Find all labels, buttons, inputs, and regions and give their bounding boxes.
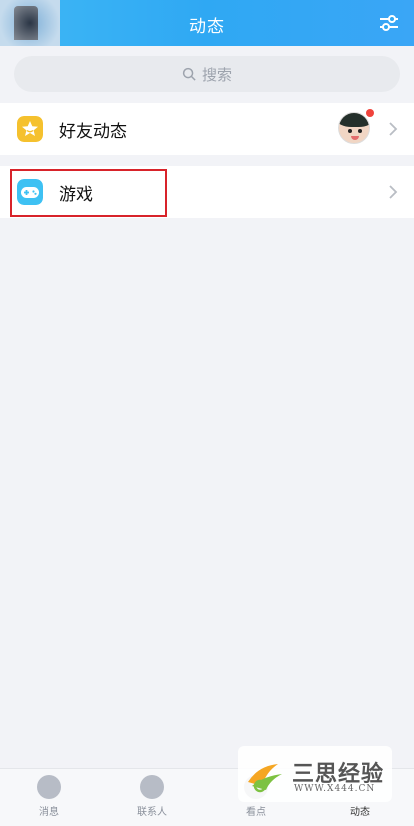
message-icon <box>37 775 61 799</box>
chevron-right-icon <box>389 185 398 199</box>
friend-avatar <box>338 112 370 144</box>
watermark: 三思经验 WWW.X444.CN <box>238 746 392 802</box>
tab-label: 动态 <box>350 807 370 818</box>
tab-label: 消息 <box>39 807 59 818</box>
tab-contacts[interactable]: 联系人 <box>117 775 187 818</box>
top-bar: 动态 <box>0 0 414 46</box>
contacts-icon <box>140 775 164 799</box>
star-icon <box>17 116 43 142</box>
watermark-url: WWW.X444.CN <box>294 784 376 794</box>
tab-label: 联系人 <box>137 807 167 818</box>
settings-sliders-icon[interactable] <box>378 12 400 34</box>
highlight-box <box>10 169 167 217</box>
watermark-logo <box>248 764 282 793</box>
notification-dot <box>366 109 374 117</box>
search-bar[interactable]: 搜索 <box>14 56 400 92</box>
chevron-right-icon <box>389 122 398 136</box>
search-icon <box>182 67 196 81</box>
page-title: 动态 <box>189 17 225 37</box>
tab-label: 看点 <box>246 807 266 818</box>
list-item-friend-feed[interactable]: 好友动态 <box>0 103 414 155</box>
list-item-label: 好友动态 <box>59 121 127 142</box>
tab-messages[interactable]: 消息 <box>14 775 84 818</box>
search-placeholder: 搜索 <box>201 65 232 84</box>
